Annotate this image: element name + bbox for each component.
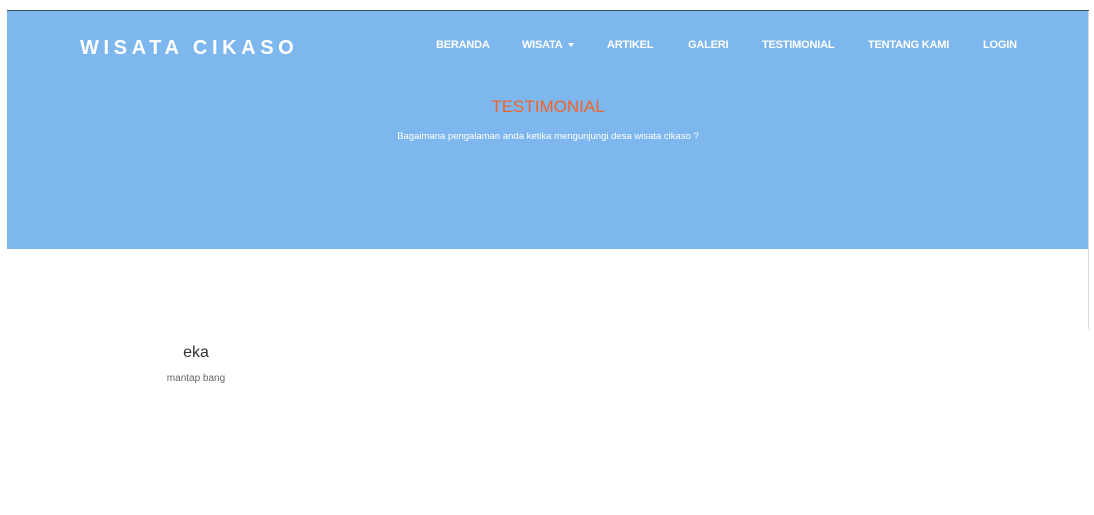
testimonial-message: mantap bang bbox=[166, 373, 226, 384]
nav-item-label: BERANDA bbox=[436, 39, 490, 51]
page: WISATA CIKASO BERANDA WISATA ARTIKEL GAL… bbox=[0, 0, 1094, 515]
nav-item-label: TESTIMONIAL bbox=[762, 39, 835, 51]
nav-item-label: LOGIN bbox=[983, 39, 1017, 51]
testimonial-card: eka mantap bang bbox=[140, 343, 252, 385]
page-subtitle: Bagaimana pengalaman anda ketika mengunj… bbox=[397, 131, 699, 142]
nav-item-beranda[interactable]: BERANDA bbox=[436, 39, 490, 51]
nav-item-login[interactable]: LOGIN bbox=[983, 39, 1017, 51]
nav-item-label: WISATA bbox=[522, 39, 563, 51]
page-scrollbar-edge bbox=[1088, 11, 1089, 329]
nav-item-label: TENTANG KAMI bbox=[868, 39, 950, 51]
nav-item-wisata-dropdown[interactable]: WISATA bbox=[522, 39, 574, 51]
nav-item-label: GALERI bbox=[688, 39, 729, 51]
nav-item-galeri[interactable]: GALERI bbox=[688, 39, 729, 51]
caret-down-icon bbox=[567, 43, 574, 48]
nav-item-testimonial[interactable]: TESTIMONIAL bbox=[762, 39, 835, 51]
page-title: TESTIMONIAL bbox=[491, 97, 605, 116]
nav-item-tentang-kami[interactable]: TENTANG KAMI bbox=[868, 39, 949, 51]
nav-item-label: ARTIKEL bbox=[607, 39, 654, 51]
hero-banner: WISATA CIKASO BERANDA WISATA ARTIKEL GAL… bbox=[7, 11, 1089, 249]
nav-item-artikel[interactable]: ARTIKEL bbox=[607, 39, 653, 51]
testimonial-author: eka bbox=[183, 344, 209, 361]
main-navigation: BERANDA WISATA ARTIKEL GALERI TESTIMONIA… bbox=[7, 39, 1089, 55]
